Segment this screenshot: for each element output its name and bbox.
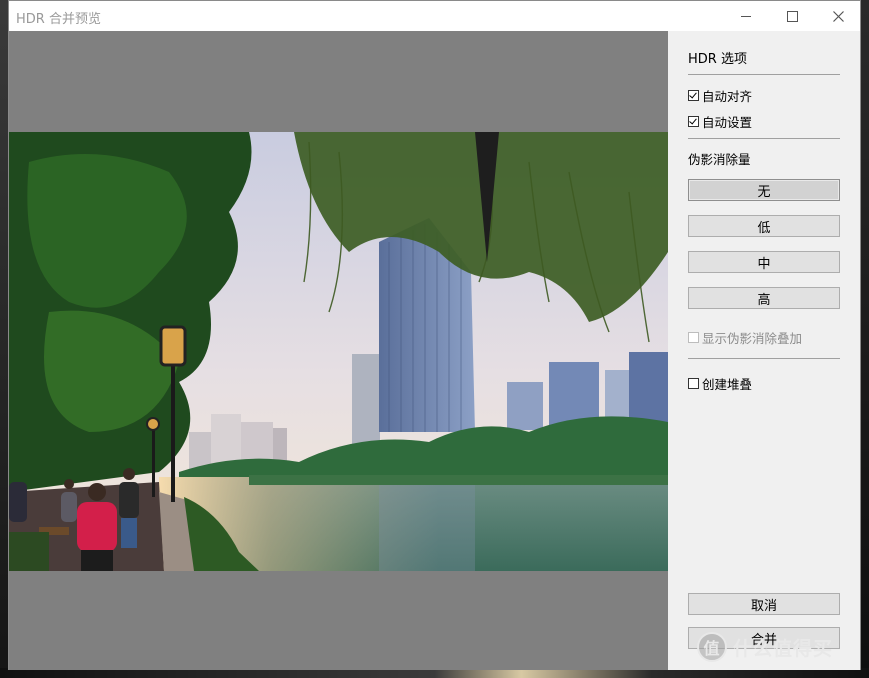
divider bbox=[688, 358, 840, 359]
deghost-medium-button[interactable]: 中 bbox=[688, 251, 840, 273]
show-deghost-overlay-row[interactable]: 显示伪影消除叠加 bbox=[688, 328, 802, 347]
auto-settings-checkbox-row[interactable]: 自动设置 bbox=[688, 112, 752, 131]
close-button[interactable] bbox=[815, 1, 861, 31]
divider bbox=[688, 138, 840, 139]
maximize-icon bbox=[786, 10, 798, 22]
window-title: HDR 合并预览 bbox=[16, 12, 101, 27]
deghost-high-button[interactable]: 高 bbox=[688, 287, 840, 309]
hdr-photo-scene bbox=[9, 132, 668, 571]
auto-align-label: 自动对齐 bbox=[702, 89, 753, 104]
watermark-text: 什么值得买 bbox=[733, 637, 834, 660]
deghost-amount-label: 伪影消除量 bbox=[688, 152, 751, 167]
deghost-none-button[interactable]: 无 bbox=[688, 179, 840, 201]
deghost-low-button[interactable]: 低 bbox=[688, 215, 840, 237]
create-stack-checkbox[interactable] bbox=[688, 378, 699, 389]
cancel-button[interactable]: 取消 bbox=[688, 593, 840, 615]
minimize-icon bbox=[741, 15, 751, 17]
title-bar: HDR 合并预览 bbox=[9, 1, 860, 31]
show-deghost-overlay-checkbox[interactable] bbox=[688, 332, 699, 343]
divider bbox=[688, 74, 840, 75]
auto-settings-checkbox[interactable] bbox=[688, 116, 699, 127]
desktop-background-left bbox=[0, 0, 8, 678]
auto-settings-label: 自动设置 bbox=[702, 115, 753, 130]
hdr-options-title: HDR 选项 bbox=[688, 52, 747, 67]
watermark-glyph: 值 bbox=[697, 632, 727, 662]
close-icon bbox=[832, 10, 844, 22]
create-stack-row[interactable]: 创建堆叠 bbox=[688, 374, 752, 393]
hdr-preview-image bbox=[9, 132, 668, 571]
hdr-merge-preview-dialog: HDR 合并预览 HDR 选项 自动对齐 自动设置 伪影消除量 无 低 中 高 … bbox=[8, 0, 861, 670]
auto-align-checkbox-row[interactable]: 自动对齐 bbox=[688, 86, 752, 105]
create-stack-label: 创建堆叠 bbox=[702, 377, 753, 392]
desktop-background-right bbox=[861, 0, 869, 678]
maximize-button[interactable] bbox=[769, 1, 815, 31]
minimize-button[interactable] bbox=[723, 1, 769, 31]
show-deghost-overlay-label: 显示伪影消除叠加 bbox=[702, 331, 803, 346]
auto-align-checkbox[interactable] bbox=[688, 90, 699, 101]
hdr-options-panel: HDR 选项 自动对齐 自动设置 伪影消除量 无 低 中 高 显示伪影消除叠加 … bbox=[668, 31, 860, 670]
watermark-logo: 值 什么值得买 bbox=[697, 632, 833, 662]
preview-area bbox=[9, 31, 668, 670]
